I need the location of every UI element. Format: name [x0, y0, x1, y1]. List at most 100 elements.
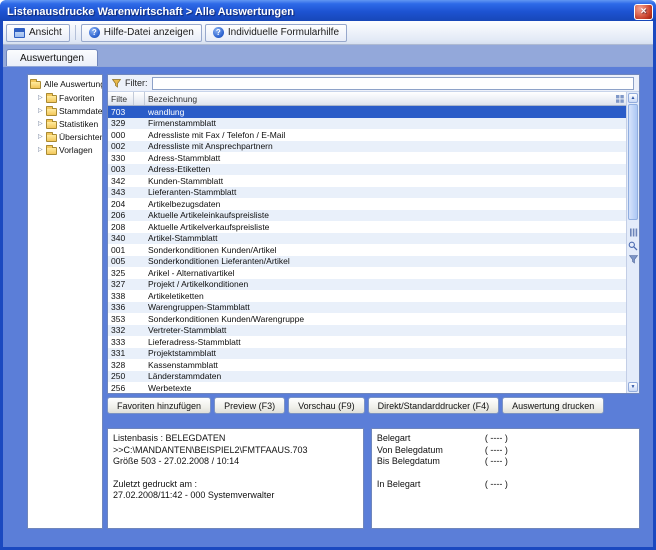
hilfe-datei-button[interactable]: ? Hilfe-Datei anzeigen: [81, 24, 202, 42]
row-name-cell: Sonderkonditionen Kunden/Warengruppe: [145, 314, 626, 324]
scrollbar[interactable]: ▲ ▼: [626, 92, 639, 393]
table-row[interactable]: 003 Adress-Etiketten: [108, 164, 626, 176]
formularhilfe-label: Individuelle Formularhilfe: [228, 27, 339, 38]
info-field-row: Belegart ( ---- ): [377, 433, 634, 445]
table-row[interactable]: 204 Artikelbezugsdaten: [108, 198, 626, 210]
table-row[interactable]: 208 Aktuelle Artikelverkaufspreisliste: [108, 221, 626, 233]
tree-item[interactable]: ▷ Favoriten: [29, 91, 101, 104]
column-header-filter[interactable]: Filte: [108, 92, 134, 105]
window-title: Listenausdrucke Warenwirtschaft > Alle A…: [7, 6, 634, 18]
row-name-cell: Adressliste mit Fax / Telefon / E-Mail: [145, 130, 626, 140]
grid-side-tools: [628, 228, 638, 264]
chevron-right-icon: ▷: [38, 133, 44, 140]
content-area: Alle Auswertungen ▷ Favoriten ▷: [3, 66, 653, 547]
table-row[interactable]: 250 Länderstammdaten: [108, 371, 626, 383]
view-icon: [14, 28, 25, 38]
scrollbar-thumb[interactable]: [628, 104, 638, 220]
row-number-cell: 005: [108, 256, 134, 266]
help-icon: ?: [213, 27, 224, 38]
row-name-cell: Artikeletiketten: [145, 291, 626, 301]
tree-item[interactable]: ▷ Übersichten: [29, 130, 101, 143]
formularhilfe-button[interactable]: ? Individuelle Formularhilfe: [205, 24, 347, 42]
tree-item[interactable]: ▷ Statistiken: [29, 117, 101, 130]
folder-icon: [46, 108, 57, 116]
table-row[interactable]: 002 Adressliste mit Ansprechpartnern: [108, 141, 626, 153]
table-row[interactable]: 336 Warengruppen-Stammblatt: [108, 302, 626, 314]
table-header[interactable]: Filte Bezeichnung: [108, 92, 626, 106]
table-row[interactable]: 330 Adress-Stammblatt: [108, 152, 626, 164]
column-options-icon[interactable]: [613, 92, 626, 105]
info-field-value: ( ---- ): [485, 456, 508, 468]
scroll-up-button[interactable]: ▲: [628, 93, 638, 103]
table-row[interactable]: 343 Lieferanten-Stammblatt: [108, 187, 626, 199]
ansicht-label: Ansicht: [29, 27, 62, 38]
table-row[interactable]: 703 wandlung: [108, 106, 626, 118]
table-row[interactable]: 333 Lieferadress-Stammblatt: [108, 336, 626, 348]
row-name-cell: Adressliste mit Ansprechpartnern: [145, 141, 626, 151]
search-icon[interactable]: [628, 241, 638, 251]
table-row[interactable]: 005 Sonderkonditionen Lieferanten/Artike…: [108, 256, 626, 268]
table-row[interactable]: 000 Adressliste mit Fax / Telefon / E-Ma…: [108, 129, 626, 141]
table-row[interactable]: 001 Sonderkonditionen Kunden/Artikel: [108, 244, 626, 256]
tree-root-alle-auswertungen[interactable]: Alle Auswertungen: [29, 78, 101, 91]
tree-item[interactable]: ▷ Stammdaten: [29, 104, 101, 117]
chevron-right-icon: ▷: [38, 94, 44, 101]
chevron-right-icon: ▷: [38, 120, 44, 127]
folder-icon: [46, 147, 57, 155]
row-number-cell: 327: [108, 279, 134, 289]
row-number-cell: 330: [108, 153, 134, 163]
info-line: Listenbasis : BELEGDATEN: [113, 433, 358, 445]
row-number-cell: 342: [108, 176, 134, 186]
scroll-down-button[interactable]: ▼: [628, 382, 638, 392]
info-field-row: In Belegart ( ---- ): [377, 479, 634, 491]
info-field-row: Von Belegdatum ( ---- ): [377, 445, 634, 457]
titlebar: Listenausdrucke Warenwirtschaft > Alle A…: [0, 0, 656, 21]
grip-columns-icon[interactable]: [629, 228, 638, 237]
table-row[interactable]: 328 Kassenstammblatt: [108, 359, 626, 371]
table-row[interactable]: 256 Werbetexte: [108, 382, 626, 393]
row-number-cell: 353: [108, 314, 134, 324]
table-row[interactable]: 331 Projektstammblatt: [108, 348, 626, 360]
column-header-mid[interactable]: [134, 92, 145, 105]
filter-input[interactable]: [152, 77, 635, 90]
row-number-cell: 325: [108, 268, 134, 278]
row-number-cell: 333: [108, 337, 134, 347]
action-button[interactable]: Preview (F3): [214, 397, 285, 414]
row-number-cell: 003: [108, 164, 134, 174]
table-row[interactable]: 342 Kunden-Stammblatt: [108, 175, 626, 187]
filter-icon[interactable]: [629, 255, 638, 264]
tree-item-label: Statistiken: [59, 119, 98, 129]
action-button[interactable]: Favoriten hinzufügen: [107, 397, 211, 414]
table-row[interactable]: 353 Sonderkonditionen Kunden/Warengruppe: [108, 313, 626, 325]
action-button[interactable]: Auswertung drucken: [502, 397, 604, 414]
table-rows: 703 wandlung 329 Firmenstam: [108, 106, 626, 393]
row-name-cell: Kunden-Stammblatt: [145, 176, 626, 186]
table-row[interactable]: 206 Aktuelle Artikeleinkaufspreisliste: [108, 210, 626, 222]
table-row[interactable]: 338 Artikeletiketten: [108, 290, 626, 302]
tree-panel: Alle Auswertungen ▷ Favoriten ▷: [27, 74, 103, 529]
filter-bar: Filter:: [108, 75, 639, 92]
row-number-cell: 336: [108, 302, 134, 312]
row-name-cell: Firmenstammblatt: [145, 118, 626, 128]
table-row[interactable]: 325 Arikel - Alternativartikel: [108, 267, 626, 279]
info-field-label: Bis Belegdatum: [377, 456, 485, 468]
action-button[interactable]: Vorschau (F9): [288, 397, 365, 414]
column-header-bezeichnung[interactable]: Bezeichnung: [145, 92, 613, 105]
row-name-cell: Länderstammdaten: [145, 371, 626, 381]
ansicht-button[interactable]: Ansicht: [6, 24, 70, 42]
close-button[interactable]: ×: [634, 4, 653, 20]
row-number-cell: 250: [108, 371, 134, 381]
toolbar-separator: [75, 25, 76, 40]
row-number-cell: 001: [108, 245, 134, 255]
results-table: Filte Bezeichnung: [108, 92, 626, 393]
table-row[interactable]: 332 Vertreter-Stammblatt: [108, 325, 626, 337]
table-row[interactable]: 329 Firmenstammblatt: [108, 118, 626, 130]
filter-label: Filter:: [125, 78, 148, 88]
tree-item[interactable]: ▷ Vorlagen: [29, 143, 101, 156]
action-button[interactable]: Direkt/Standarddrucker (F4): [368, 397, 500, 414]
folder-icon: [46, 121, 57, 129]
info-field-label: [377, 468, 485, 480]
window-chrome: Ansicht ? Hilfe-Datei anzeigen ? Individ…: [3, 21, 653, 547]
table-row[interactable]: 340 Artikel-Stammblatt: [108, 233, 626, 245]
table-row[interactable]: 327 Projekt / Artikelkonditionen: [108, 279, 626, 291]
